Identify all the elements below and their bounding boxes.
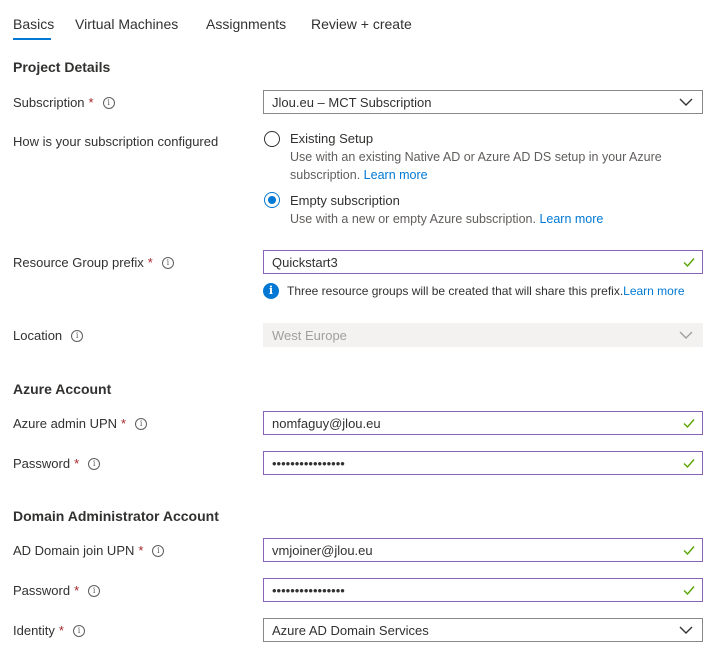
- tab-assignments[interactable]: Assignments: [206, 16, 286, 32]
- tab-basics[interactable]: Basics: [13, 16, 54, 32]
- tab-virtual-machines[interactable]: Virtual Machines: [75, 16, 178, 32]
- identity-label: Identity * i: [13, 623, 85, 638]
- checkmark-icon: [683, 419, 695, 429]
- required-marker: *: [138, 543, 144, 558]
- subscription-value: Jlou.eu – MCT Subscription: [272, 94, 432, 110]
- section-azure-account: Azure Account: [13, 381, 112, 397]
- chevron-down-icon: [679, 98, 693, 106]
- info-icon[interactable]: i: [135, 417, 148, 430]
- subscription-label: Subscription * i: [13, 95, 115, 110]
- azure-admin-upn-label: Azure admin UPN * i: [13, 416, 148, 431]
- location-dropdown: West Europe: [263, 323, 703, 347]
- radio-existing-setup-desc: Use with an existing Native AD or Azure …: [290, 148, 690, 184]
- azure-admin-upn-value: nomfaguy@jlou.eu: [272, 415, 381, 431]
- ad-join-upn-label: AD Domain join UPN * i: [13, 543, 165, 558]
- info-icon[interactable]: i: [102, 96, 115, 109]
- info-icon[interactable]: i: [88, 457, 101, 470]
- tab-review-create[interactable]: Review + create: [311, 16, 412, 32]
- rg-prefix-value: Quickstart3: [272, 254, 338, 270]
- ad-password-label: Password * i: [13, 583, 101, 598]
- location-value: West Europe: [272, 327, 347, 343]
- subscription-label-text: Subscription: [13, 95, 85, 110]
- checkmark-icon: [683, 586, 695, 596]
- rg-prefix-input[interactable]: Quickstart3: [263, 250, 703, 274]
- radio-empty-subscription-title: Empty subscription: [290, 193, 400, 208]
- rg-prefix-label-text: Resource Group prefix: [13, 255, 144, 270]
- identity-label-text: Identity: [13, 623, 55, 638]
- radio-existing-setup-title: Existing Setup: [290, 131, 374, 146]
- identity-value: Azure AD Domain Services: [272, 622, 429, 638]
- identity-dropdown[interactable]: Azure AD Domain Services: [263, 618, 703, 642]
- checkmark-icon: [683, 459, 695, 469]
- azure-password-label-text: Password: [13, 456, 71, 471]
- checkmark-icon: [683, 258, 695, 268]
- rg-prefix-label: Resource Group prefix * i: [13, 255, 174, 270]
- ad-join-upn-label-text: AD Domain join UPN: [13, 543, 135, 558]
- existing-setup-desc-text: Use with an existing Native AD or Azure …: [290, 150, 662, 182]
- location-label: Location i: [13, 328, 84, 343]
- ad-join-upn-input[interactable]: vmjoiner@jlou.eu: [263, 538, 703, 562]
- ad-password-input[interactable]: ••••••••••••••••: [263, 578, 703, 602]
- required-marker: *: [58, 623, 64, 638]
- ad-password-value: ••••••••••••••••: [272, 582, 345, 598]
- azure-password-input[interactable]: ••••••••••••••••: [263, 451, 703, 475]
- info-icon[interactable]: i: [71, 329, 84, 342]
- subscription-dropdown[interactable]: Jlou.eu – MCT Subscription: [263, 90, 703, 114]
- azure-password-value: ••••••••••••••••: [272, 455, 345, 471]
- info-circle-icon: i: [263, 283, 279, 299]
- rg-prefix-info-text: Three resource groups will be created th…: [287, 284, 624, 298]
- radio-existing-setup[interactable]: [264, 131, 280, 147]
- radio-empty-subscription[interactable]: [264, 192, 280, 208]
- chevron-down-icon: [679, 626, 693, 634]
- required-marker: *: [121, 416, 127, 431]
- learn-more-link[interactable]: Learn more: [539, 212, 603, 226]
- section-project-details: Project Details: [13, 59, 111, 75]
- config-label: How is your subscription configured: [13, 134, 218, 149]
- info-icon[interactable]: i: [152, 544, 165, 557]
- info-icon[interactable]: i: [88, 584, 101, 597]
- required-marker: *: [74, 583, 80, 598]
- learn-more-link[interactable]: Learn more: [623, 284, 684, 298]
- checkmark-icon: [683, 546, 695, 556]
- required-marker: *: [88, 95, 94, 110]
- azure-password-label: Password * i: [13, 456, 101, 471]
- azure-admin-upn-label-text: Azure admin UPN: [13, 416, 118, 431]
- radio-empty-subscription-desc: Use with a new or empty Azure subscripti…: [290, 210, 690, 228]
- info-icon[interactable]: i: [72, 624, 85, 637]
- info-icon[interactable]: i: [161, 256, 174, 269]
- required-marker: *: [74, 456, 80, 471]
- config-label-text: How is your subscription configured: [13, 134, 219, 149]
- chevron-down-icon: [679, 331, 693, 339]
- location-label-text: Location: [13, 328, 63, 343]
- empty-subscription-desc-text: Use with a new or empty Azure subscripti…: [290, 212, 536, 226]
- ad-password-label-text: Password: [13, 583, 71, 598]
- learn-more-link[interactable]: Learn more: [364, 168, 428, 182]
- active-tab-indicator: [13, 38, 51, 40]
- required-marker: *: [147, 255, 153, 270]
- azure-admin-upn-input[interactable]: nomfaguy@jlou.eu: [263, 411, 703, 435]
- rg-prefix-info: i Three resource groups will be created …: [263, 283, 685, 299]
- section-domain-admin-account: Domain Administrator Account: [13, 508, 219, 524]
- ad-join-upn-value: vmjoiner@jlou.eu: [272, 542, 373, 558]
